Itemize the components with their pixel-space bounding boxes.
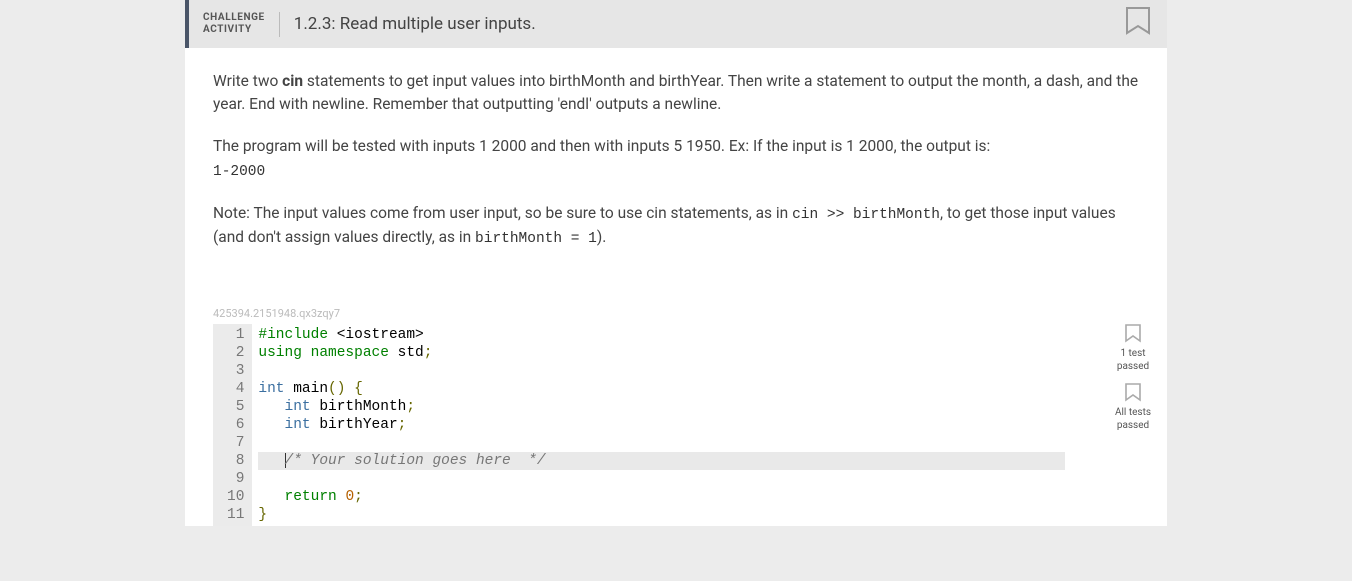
code-line[interactable]: using namespace std;: [258, 344, 1065, 362]
code-line-placeholder[interactable]: /* Your solution goes here */: [258, 452, 1065, 470]
line-number: 11: [227, 506, 244, 524]
test-status-text: passed: [1117, 360, 1149, 373]
challenge-header: CHALLENGE ACTIVITY 1.2.3: Read multiple …: [185, 0, 1167, 48]
text-fragment: Write two: [213, 72, 282, 90]
line-number: 2: [227, 344, 244, 362]
line-number: 1: [227, 326, 244, 344]
test-status-one: 1 test passed: [1117, 324, 1149, 373]
code-lines[interactable]: #include <iostream> using namespace std;…: [252, 324, 1071, 526]
header-label-block: CHALLENGE ACTIVITY: [203, 12, 280, 37]
inline-code: cin >> birthMonth: [792, 207, 940, 223]
line-number: 7: [227, 434, 244, 452]
code-line[interactable]: }: [258, 506, 1065, 524]
example-output: 1-2000: [213, 162, 1139, 184]
token-punc: () {: [328, 381, 363, 397]
test-status-sidebar: 1 test passed All tests passed: [1111, 324, 1167, 432]
code-line[interactable]: int birthMonth;: [258, 398, 1065, 416]
watermark-id: 425394.2151948.qx3zqy7: [185, 307, 1167, 320]
token-identifier: std: [398, 345, 424, 361]
indent: [258, 453, 284, 469]
token-comment: /* Your solution goes here */: [285, 453, 546, 469]
code-line[interactable]: [258, 434, 1065, 452]
test-status-text: All tests: [1115, 406, 1151, 419]
code-line[interactable]: #include <iostream>: [258, 326, 1065, 344]
line-number: 9: [227, 470, 244, 488]
line-number-gutter: 1 2 3 4 5 6 7 8 9 10 11: [213, 324, 252, 526]
token-punc: ;: [354, 489, 363, 505]
token-punc: ;: [398, 417, 407, 433]
instruction-para-2: The program will be tested with inputs 1…: [213, 135, 1139, 158]
line-number: 8: [227, 452, 244, 470]
bookmark-icon: [1125, 7, 1151, 37]
instruction-note: Note: The input values come from user in…: [213, 202, 1139, 252]
line-number: 3: [227, 362, 244, 380]
code-line[interactable]: int birthYear;: [258, 416, 1065, 434]
bookmark-icon: [1124, 324, 1142, 344]
token-type: int: [258, 381, 293, 397]
text-fragment: statements to get input values into birt…: [213, 72, 1138, 113]
line-number: 10: [227, 488, 244, 506]
code-area: 1 2 3 4 5 6 7 8 9 10 11 #include <iostre…: [185, 324, 1167, 526]
token-type: int: [285, 399, 320, 415]
token-identifier: birthYear: [319, 417, 397, 433]
token-keyword: namespace: [311, 345, 398, 361]
token-identifier: main: [293, 381, 328, 397]
text-fragment: Note: The input values come from user in…: [213, 204, 792, 222]
token-punc: ;: [424, 345, 433, 361]
indent: [258, 489, 284, 505]
line-number: 5: [227, 398, 244, 416]
test-status-text: 1 test: [1120, 347, 1145, 360]
token-punc: ;: [406, 399, 415, 415]
text-fragment: ).: [597, 228, 606, 246]
instructions-area: Write two cin statements to get input va…: [185, 48, 1167, 279]
token-keyword: using: [258, 345, 310, 361]
inline-code: birthMonth = 1: [475, 231, 597, 247]
bookmark-icon: [1124, 383, 1142, 403]
token-punc: }: [258, 507, 267, 523]
challenge-card: CHALLENGE ACTIVITY 1.2.3: Read multiple …: [185, 0, 1167, 526]
header-label-line2: ACTIVITY: [203, 24, 265, 37]
code-line[interactable]: [258, 470, 1065, 488]
line-number: 6: [227, 416, 244, 434]
token-identifier: birthMonth: [319, 399, 406, 415]
token-keyword: return: [285, 489, 346, 505]
indent: [258, 399, 284, 415]
code-line[interactable]: return 0;: [258, 488, 1065, 506]
code-line[interactable]: int main() {: [258, 380, 1065, 398]
line-number: 4: [227, 380, 244, 398]
token-number: 0: [345, 489, 354, 505]
token-include-path: <iostream>: [328, 327, 424, 343]
instruction-para-1: Write two cin statements to get input va…: [213, 70, 1139, 117]
test-status-text: passed: [1117, 419, 1149, 432]
challenge-title: 1.2.3: Read multiple user inputs.: [294, 14, 536, 34]
test-status-all: All tests passed: [1115, 383, 1151, 432]
code-line[interactable]: [258, 362, 1065, 380]
cin-keyword-bold: cin: [282, 72, 303, 90]
token-type: int: [285, 417, 320, 433]
code-editor[interactable]: 1 2 3 4 5 6 7 8 9 10 11 #include <iostre…: [213, 324, 1071, 526]
indent: [258, 417, 284, 433]
bookmark-button[interactable]: [1125, 7, 1151, 37]
header-label-line1: CHALLENGE: [203, 12, 265, 25]
token-preproc: #include: [258, 327, 328, 343]
